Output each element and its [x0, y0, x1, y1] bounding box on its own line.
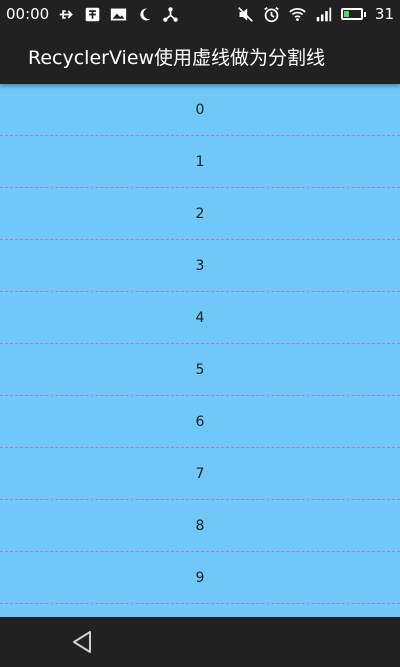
battery-fill [343, 11, 349, 17]
navigation-bar [0, 617, 400, 667]
back-button[interactable] [64, 627, 100, 657]
share-icon [162, 6, 179, 23]
signal-icon [315, 6, 332, 23]
list-item-label: 4 [195, 309, 205, 326]
list-item-label: 8 [195, 517, 205, 534]
list-item-label: 6 [195, 413, 205, 430]
list-item[interactable]: 1 [0, 136, 400, 188]
mute-icon [237, 6, 254, 23]
list-item[interactable]: 10 [0, 604, 400, 617]
moon-icon [136, 6, 153, 23]
list-item-label: 2 [195, 205, 205, 222]
list-item[interactable]: 4 [0, 292, 400, 344]
list-item-label: 1 [195, 153, 205, 170]
list-item[interactable]: 8 [0, 500, 400, 552]
page-title: RecyclerView使用虚线做为分割线 [28, 46, 326, 69]
usb-icon [58, 6, 75, 23]
alarm-icon [263, 6, 280, 23]
battery-level: 31 [374, 5, 394, 23]
list-item-label: 7 [195, 465, 205, 482]
battery-tip [363, 11, 366, 17]
app-bar: RecyclerView使用虚线做为分割线 [0, 28, 400, 84]
list-item-label: 5 [195, 361, 205, 378]
status-bar: 00:00 31 [0, 0, 400, 28]
battery-icon [340, 8, 366, 20]
list-item[interactable]: 9 [0, 552, 400, 604]
list-item-label: 3 [195, 257, 205, 274]
clock: 00:00 [6, 5, 50, 23]
list-item[interactable]: 6 [0, 396, 400, 448]
list-item[interactable]: 5 [0, 344, 400, 396]
list-item-label: 0 [195, 101, 205, 118]
list-item[interactable]: 0 [0, 84, 400, 136]
list-item[interactable]: 2 [0, 188, 400, 240]
wifi-icon [289, 6, 306, 23]
list-item[interactable]: 7 [0, 448, 400, 500]
list-item[interactable]: 3 [0, 240, 400, 292]
list-item-label: 9 [195, 569, 205, 586]
battery-body [340, 8, 363, 20]
status-right: 31 [237, 5, 394, 23]
image-icon [110, 6, 127, 23]
back-icon [73, 631, 91, 653]
payment-icon [84, 6, 101, 23]
status-left: 00:00 [6, 5, 179, 23]
recycler-view-list[interactable]: 0 1 2 3 4 5 6 7 8 9 10 [0, 84, 400, 617]
